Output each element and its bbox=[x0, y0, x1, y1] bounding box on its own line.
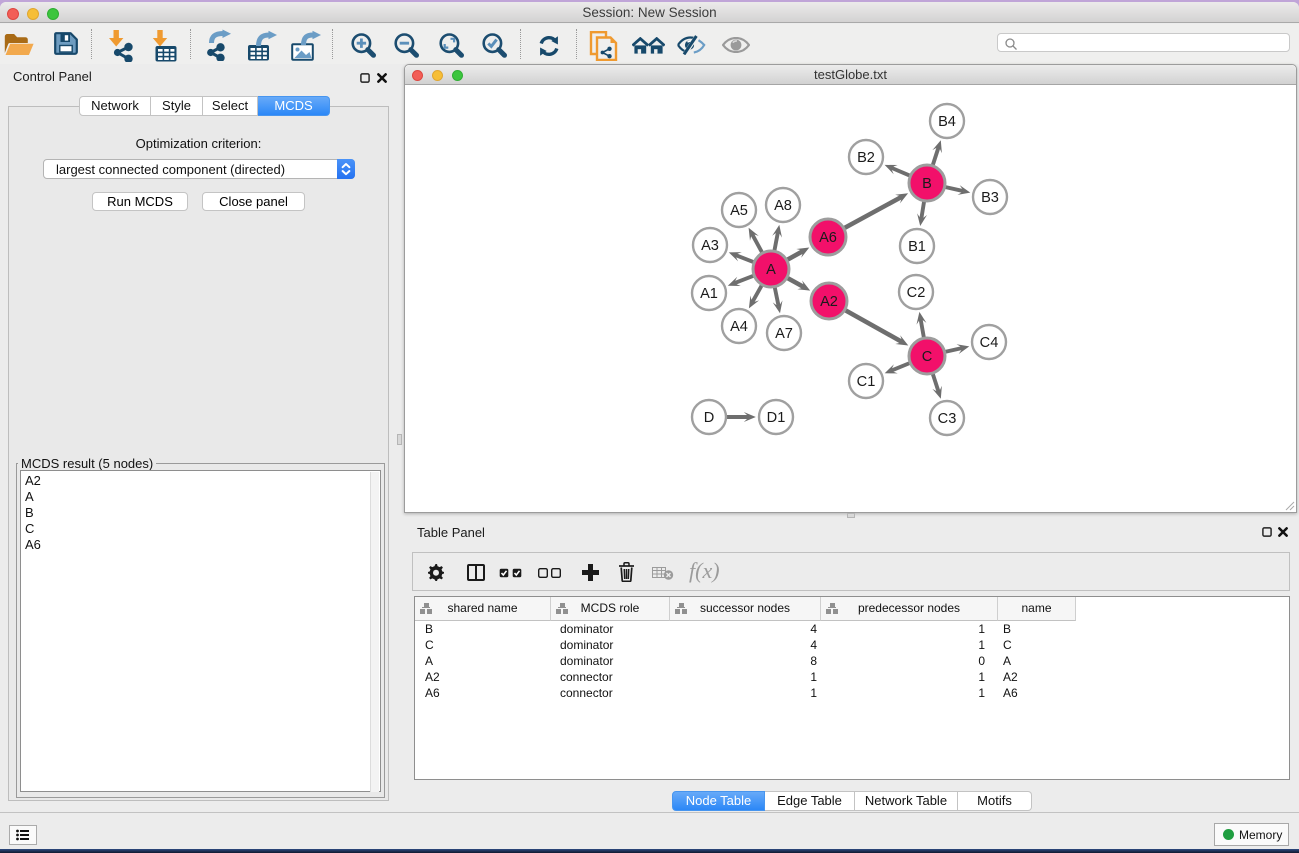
svg-text:B2: B2 bbox=[857, 150, 875, 166]
svg-text:C1: C1 bbox=[857, 374, 876, 390]
svg-text:C4: C4 bbox=[980, 335, 999, 351]
svg-text:A7: A7 bbox=[775, 326, 793, 342]
svg-text:B1: B1 bbox=[908, 239, 926, 255]
svg-text:C: C bbox=[922, 349, 933, 365]
svg-text:B4: B4 bbox=[938, 114, 956, 130]
svg-text:A6: A6 bbox=[819, 230, 837, 246]
svg-text:D: D bbox=[704, 410, 715, 426]
svg-text:A2: A2 bbox=[820, 294, 838, 310]
svg-text:A5: A5 bbox=[730, 203, 748, 219]
svg-text:A: A bbox=[766, 262, 776, 278]
svg-text:D1: D1 bbox=[767, 410, 786, 426]
svg-text:C2: C2 bbox=[907, 285, 926, 301]
svg-text:B: B bbox=[922, 176, 932, 192]
svg-text:A4: A4 bbox=[730, 319, 748, 335]
svg-text:C3: C3 bbox=[938, 411, 957, 427]
svg-text:A3: A3 bbox=[701, 238, 719, 254]
svg-text:B3: B3 bbox=[981, 190, 999, 206]
svg-text:A8: A8 bbox=[774, 198, 792, 214]
svg-text:A1: A1 bbox=[700, 286, 718, 302]
